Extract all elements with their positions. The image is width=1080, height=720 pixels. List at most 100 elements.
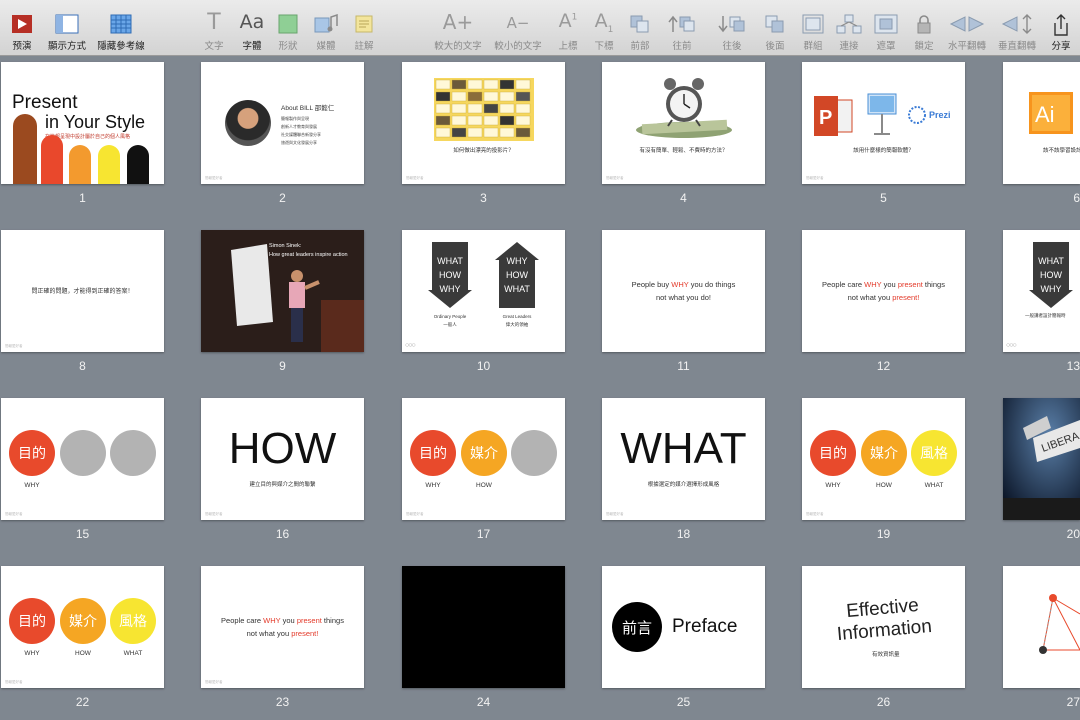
slide-caption: 有效資訊量 xyxy=(872,652,900,658)
slide-thumbnail-4[interactable]: 有沒有簡單、輕鬆、不費時的方法？ 簡報愛好者 xyxy=(602,62,765,184)
caption-zh: 偉大的領袖 xyxy=(505,322,529,327)
avatar xyxy=(225,100,271,146)
slide-thumbnail-23[interactable]: People care WHY you present things not w… xyxy=(201,566,364,688)
slide-footer: 簡報愛好者 xyxy=(205,512,223,516)
prezi-icon xyxy=(908,106,926,124)
slide-footer: 簡報愛好者 xyxy=(406,176,424,180)
slide-thumbnail-10[interactable]: WHAT HOW WHY WHY HOW WHAT Ordinary Peopl… xyxy=(402,230,565,352)
slide-number: 23 xyxy=(275,695,290,709)
medium-circle: 媒介 xyxy=(60,598,106,644)
purpose-circle: 目的 xyxy=(410,430,456,476)
quote-line-1: People care WHY you present things xyxy=(802,278,965,291)
caption-en: Great Leaders xyxy=(502,314,532,319)
slide-quote: People care WHY you present things not w… xyxy=(802,278,965,304)
slide-thumbnail-6[interactable]: Ai 該不該學習設計？ xyxy=(1003,62,1080,184)
view-icon xyxy=(55,14,79,34)
circle-label: WHY xyxy=(825,482,841,489)
slide-thumbnail-19[interactable]: 目的 媒介 風格 WHY HOW WHAT 簡報愛好者 xyxy=(802,398,965,520)
word-what: WHAT xyxy=(1038,256,1064,266)
slide-thumbnail-27[interactable] xyxy=(1003,566,1080,688)
slide-thumbnail-5[interactable]: P Prezi 該用什麼樣的簡報軟體？ 簡報愛好者 xyxy=(802,62,965,184)
circle-label: HOW xyxy=(75,650,91,657)
flip-horizontal-icon xyxy=(949,16,985,32)
about-line: 旅遊與文化發展分享 xyxy=(281,140,317,145)
quote-highlight: WHY xyxy=(263,616,281,625)
slide-thumbnail-8[interactable]: 問正確的問題，才能得到正確的答案！ 簡報愛好者 xyxy=(1,230,164,352)
slide-thumbnail-2[interactable]: About BILL 邵懿仁 簡報製作與呈現 創新人才教育與發展 社交媒體聯合新… xyxy=(201,62,364,184)
quote-highlight: present xyxy=(897,280,923,289)
slide-footer: 簡報愛好者 xyxy=(5,680,23,684)
golden-circle-words: WHAT HOW WHY xyxy=(1033,254,1069,296)
quote-line-2: not what you present! xyxy=(201,627,364,640)
slide-thumbnail-3[interactable]: 如何做出漂亮的投影片？ 簡報愛好者 xyxy=(402,62,565,184)
bigger-text-icon: A+ xyxy=(442,10,474,34)
circle-label: WHAT xyxy=(123,650,143,657)
style-circle: 風格 xyxy=(110,598,156,644)
slide-thumbnail-22[interactable]: 目的 媒介 風格 WHY HOW WHAT 簡報愛好者 xyxy=(1,566,164,688)
slide-number: 4 xyxy=(680,191,687,205)
word-how: HOW xyxy=(1040,270,1062,280)
about-list: 簡報製作與呈現 創新人才教育與發展 社交媒體聯合新發分享 旅遊與文化發展分享 xyxy=(281,115,321,147)
slide-footer: 簡報愛好者 xyxy=(806,176,824,180)
quote-highlight: WHY xyxy=(864,280,882,289)
slide-footer: 簡報愛好者 xyxy=(205,680,223,684)
circle-label: WHAT xyxy=(924,482,944,489)
left-caption: Ordinary People 一般人 xyxy=(422,313,478,329)
slide-number: 3 xyxy=(480,191,487,205)
slide-thumbnail-24[interactable] xyxy=(402,566,565,688)
quote-text: People care xyxy=(822,280,865,289)
slide-big-word: HOW xyxy=(228,424,337,473)
slide-thumbnail-25[interactable]: 前言 Preface xyxy=(602,566,765,688)
quote-line-2: not what you present! xyxy=(802,291,965,304)
arrow-down-layers-icon xyxy=(718,16,745,33)
slide-thumbnail-20[interactable]: LIBERA xyxy=(1003,398,1080,520)
slide-thumbnail-11[interactable]: People buy WHY you do things not what yo… xyxy=(602,230,765,352)
slide-quote: People care WHY you present things not w… xyxy=(201,614,364,640)
shape-icon xyxy=(278,14,298,34)
quote-text: things xyxy=(321,616,344,625)
word-why: WHY xyxy=(439,284,461,294)
guides-button[interactable]: 隱藏參考線 xyxy=(91,4,151,54)
quote-text: you xyxy=(280,616,297,625)
quote-highlight: present xyxy=(296,616,322,625)
share-button[interactable]: 分享 xyxy=(1031,4,1080,54)
slide-number: 20 xyxy=(1066,527,1080,541)
word-why: WHY xyxy=(1040,284,1062,294)
comment-button[interactable]: 註解 xyxy=(334,4,394,54)
slide-thumbnail-26[interactable]: Effective Information 有效資訊量 xyxy=(802,566,965,688)
build-indicator-icon: ○○○ xyxy=(1006,342,1017,349)
smaller-text-icon: A− xyxy=(506,14,530,32)
slide-number: 27 xyxy=(1066,695,1080,709)
circle-label: WHY xyxy=(24,650,40,657)
powerpoint-icon: P xyxy=(814,96,853,136)
slide-title: Present xyxy=(12,92,78,113)
slide-thumbnail-1[interactable]: Present in Your Style 在簡報呈現中設計屬於自己的個人風格 xyxy=(1,62,164,184)
about-line: 簡報製作與呈現 xyxy=(281,116,309,121)
lock-icon xyxy=(917,15,931,34)
slide-thumbnail-16[interactable]: HOW 建立目的與媒介之間的聯繫 簡報愛好者 xyxy=(201,398,364,520)
share-icon xyxy=(1054,14,1068,36)
quote-text: you do things xyxy=(688,280,736,289)
quote-text: People buy xyxy=(631,280,672,289)
slide-title: Preface xyxy=(672,616,738,637)
play-icon xyxy=(12,15,32,33)
slide-title-line: Simon Sinek: xyxy=(269,243,302,249)
slide-number: 19 xyxy=(876,527,891,541)
quote-highlight: present! xyxy=(291,629,319,638)
slide-number: 12 xyxy=(876,359,891,373)
slide-number: 17 xyxy=(476,527,491,541)
color-bars-graphic xyxy=(13,114,149,184)
slide-quote: People buy WHY you do things not what yo… xyxy=(602,278,765,304)
slide-number: 26 xyxy=(876,695,891,709)
slide-thumbnail-12[interactable]: People care WHY you present things not w… xyxy=(802,230,965,352)
slide-number: 22 xyxy=(75,695,90,709)
slide-thumbnail-18[interactable]: WHAT 根據選定的媒介選擇形成風格 簡報愛好者 xyxy=(602,398,765,520)
slide-thumbnail-15[interactable]: 目的 WHY 簡報愛好者 xyxy=(1,398,164,520)
slide-thumbnail-13[interactable]: WHAT HOW WHY 一般講者設計簡報時 ○○○ xyxy=(1003,230,1080,352)
slide-number: 16 xyxy=(275,527,290,541)
slide-collage-image xyxy=(434,78,534,141)
slide-thumbnail-9[interactable]: Simon Sinek: How great leaders inspire a… xyxy=(201,230,364,352)
slide-thumbnail-17[interactable]: 目的 媒介 WHY HOW 簡報愛好者 xyxy=(402,398,565,520)
golden-circle-words-reversed: WHY HOW WHAT xyxy=(499,254,535,296)
toolbar: 预演 顯示方式 隱藏參考線 T 文字 Aa 字體 形狀 媒體 註解 A+ 較大的… xyxy=(0,0,1080,56)
